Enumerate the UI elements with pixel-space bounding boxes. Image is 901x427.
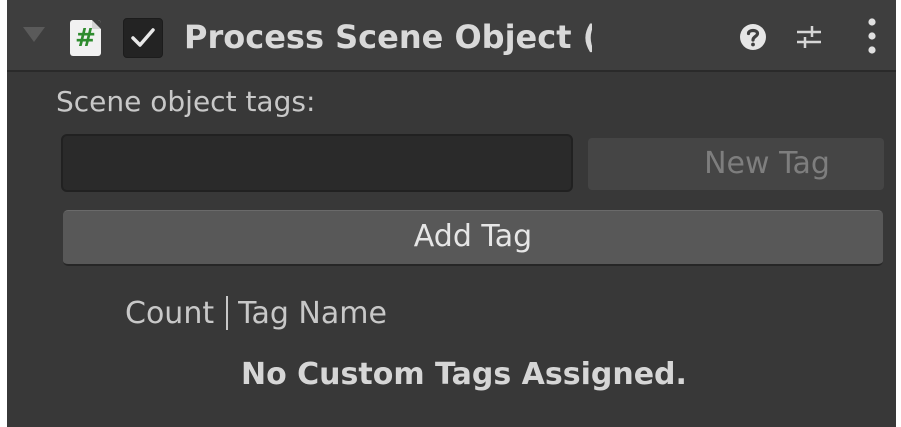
kebab-menu-icon[interactable] (865, 16, 879, 56)
column-separator (226, 295, 229, 330)
new-tag-button[interactable]: New Tag (588, 138, 884, 190)
help-icon[interactable] (738, 22, 768, 52)
preset-icon[interactable] (794, 22, 824, 52)
component-enabled-checkbox[interactable] (123, 18, 163, 58)
add-tag-button[interactable]: Add Tag (63, 210, 883, 266)
scene-object-tags-label: Scene object tags: (56, 85, 316, 118)
tag-table-header: Count Tag Name (125, 292, 387, 336)
new-tag-label: New Tag (704, 146, 830, 181)
empty-tags-message: No Custom Tags Assigned. (241, 357, 687, 392)
tag-name-input[interactable] (61, 134, 573, 192)
column-tag-name: Tag Name (238, 296, 387, 331)
add-tag-label: Add Tag (413, 219, 533, 254)
script-icon: # (70, 20, 101, 56)
foldout-arrow-icon[interactable] (23, 27, 45, 42)
inspector-panel: # Process Scene Object (Script Scene obj… (7, 0, 896, 427)
column-count: Count (125, 296, 215, 331)
hash-glyph: # (75, 23, 96, 52)
component-title: Process Scene Object (Script (184, 18, 592, 56)
checkmark-icon (131, 28, 155, 47)
component-header[interactable]: # Process Scene Object (Script (7, 0, 896, 72)
